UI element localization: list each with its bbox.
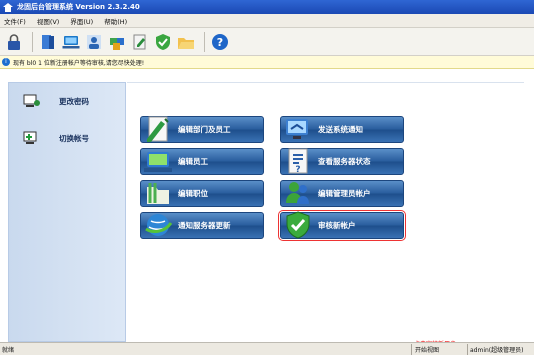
status-divider — [467, 344, 468, 355]
title-bar: 龙固后台管理系统 Version 2.3.2.40 — [0, 0, 534, 14]
server-status-icon: ? — [288, 148, 308, 175]
status-divider — [411, 344, 412, 355]
sidebar: 更改密码 切换帐号 — [8, 82, 126, 342]
key-monitor-icon — [23, 94, 40, 107]
folder-icon[interactable] — [176, 32, 196, 52]
edit-positions-button[interactable]: 编辑职位 — [140, 180, 264, 207]
button-label: 通知服务器更新 — [178, 221, 231, 230]
document-pencil-icon — [147, 116, 169, 142]
menu-view[interactable]: 视图(V) — [37, 16, 60, 26]
notice-text: 现有 bl0 1 位新注册帐户等待审核,请您尽快处理! — [13, 59, 145, 67]
svg-text:?: ? — [295, 165, 300, 175]
send-notification-button[interactable]: 发送系统通知 — [280, 116, 404, 143]
app-icon — [3, 2, 13, 12]
button-label: 编辑职位 — [178, 189, 208, 198]
menu-interface[interactable]: 界面(U) — [70, 16, 93, 26]
help-icon[interactable]: ? — [210, 32, 230, 52]
shield-check-icon — [286, 211, 310, 239]
folders-icon — [147, 183, 169, 204]
menu-bar: 文件(F) 视图(V) 界面(U) 帮助(H) — [0, 14, 534, 28]
info-icon: i — [2, 58, 10, 66]
button-label: 编辑部门及员工 — [178, 125, 231, 134]
globe-icon — [145, 214, 173, 236]
button-label: 审核新帐户 — [318, 221, 356, 230]
lock-icon[interactable] — [4, 32, 24, 52]
edit-admin-accounts-button[interactable]: 编辑管理员帐户 — [280, 180, 404, 207]
sidebar-item-label: 更改密码 — [59, 96, 89, 106]
toolbar-separator — [204, 31, 205, 52]
menu-file[interactable]: 文件(F) — [4, 16, 26, 26]
button-label: 编辑员工 — [178, 157, 208, 166]
laptop-icon[interactable] — [61, 32, 81, 52]
sidebar-item-label: 切换帐号 — [59, 133, 89, 143]
button-label: 发送系统通知 — [318, 125, 363, 134]
book-icon[interactable] — [38, 32, 58, 52]
edit-employees-button[interactable]: 编辑员工 — [140, 148, 264, 175]
status-bar: 就绪 开始视图 admin(超级管理员) — [0, 342, 534, 355]
user-icon[interactable] — [84, 32, 104, 52]
sidebar-item-switch-account[interactable]: 切换帐号 — [23, 131, 89, 145]
laptop-icon — [144, 152, 172, 172]
document-edit-icon[interactable] — [130, 32, 150, 52]
puzzle-icon[interactable] — [107, 32, 127, 52]
main-panel: 编辑部门及员工 发送系统通知 编辑员工 ? 查看服务器状态 编辑职位 编辑管理员… — [127, 82, 524, 348]
status-view: 开始视图 — [415, 347, 440, 354]
menu-help[interactable]: 帮助(H) — [104, 16, 127, 26]
users-icon — [286, 182, 309, 204]
notice-bar: i 现有 bl0 1 位新注册帐户等待审核,请您尽快处理! — [0, 56, 534, 69]
button-label: 编辑管理员帐户 — [318, 189, 371, 198]
content-area: 更改密码 切换帐号 编辑部门及员工 发送系统通知 编辑员工 ? 查看服务器状态 … — [0, 70, 534, 348]
notify-server-update-button[interactable]: 通知服务器更新 — [140, 212, 264, 239]
status-user: admin(超级管理员) — [470, 347, 524, 354]
sidebar-item-change-password[interactable]: 更改密码 — [23, 94, 89, 108]
toolbar: ? — [0, 28, 534, 56]
svg-text:?: ? — [217, 36, 223, 49]
edit-departments-button[interactable]: 编辑部门及员工 — [140, 116, 264, 143]
window-title: 龙固后台管理系统 Version 2.3.2.40 — [17, 3, 140, 11]
button-label: 查看服务器状态 — [318, 157, 371, 166]
switch-account-icon — [23, 131, 37, 144]
view-server-status-button[interactable]: ? 查看服务器状态 — [280, 148, 404, 175]
monitor-send-icon — [286, 119, 308, 139]
toolbar-separator — [32, 31, 33, 52]
status-ready: 就绪 — [2, 347, 15, 354]
shield-check-icon[interactable] — [153, 32, 173, 52]
review-new-accounts-button[interactable]: 审核新帐户 — [278, 210, 406, 241]
